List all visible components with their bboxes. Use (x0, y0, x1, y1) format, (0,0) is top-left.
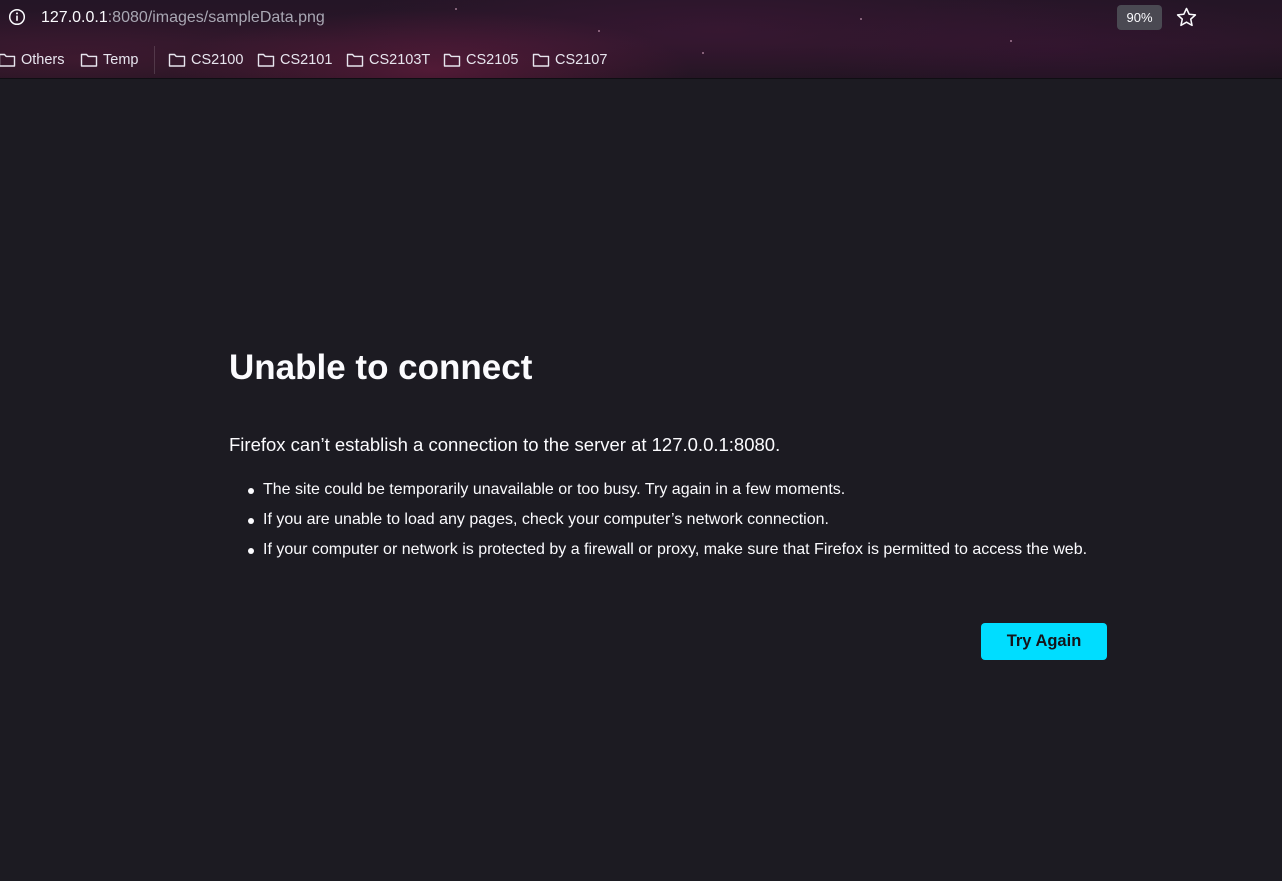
list-item: If your computer or network is protected… (248, 539, 1109, 561)
url-bar[interactable]: 127.0.0.1:8080/images/sampleData.png 90% (0, 0, 1282, 36)
bookmark-folder-cs2101[interactable]: CS2101 (257, 46, 332, 74)
bookmark-folder-temp[interactable]: Temp (80, 46, 138, 74)
try-again-button[interactable]: Try Again (981, 623, 1107, 660)
bookmark-folder-cs2103t[interactable]: CS2103T (346, 46, 430, 74)
url-text[interactable]: 127.0.0.1:8080/images/sampleData.png (41, 9, 325, 27)
bookmark-label: Temp (103, 52, 139, 68)
bookmark-folder-cs2107[interactable]: CS2107 (532, 46, 607, 74)
url-host: 127.0.0.1 (41, 9, 108, 26)
bookmark-label: Others (21, 52, 65, 68)
bookmark-star-icon[interactable] (1175, 6, 1198, 29)
bookmark-folder-cs2100[interactable]: CS2100 (168, 46, 243, 74)
bookmark-label: CS2100 (191, 52, 244, 68)
folder-icon (0, 53, 16, 67)
folder-icon (443, 53, 461, 67)
bookmark-label: CS2105 (466, 52, 519, 68)
list-item: The site could be temporarily unavailabl… (248, 479, 1109, 501)
folder-icon (168, 53, 186, 67)
folder-icon (346, 53, 364, 67)
url-path: :8080/images/sampleData.png (107, 9, 325, 26)
bookmarks-toolbar: Others Temp CS2100 CS2101 CS2103T CS2105… (0, 46, 1282, 74)
zoom-level-button[interactable]: 90% (1117, 5, 1162, 30)
bookmark-label: CS2103T (369, 52, 431, 68)
error-reasons-list: The site could be temporarily unavailabl… (229, 479, 1109, 569)
error-title: Unable to connect (229, 348, 533, 387)
folder-icon (532, 53, 550, 67)
bookmark-label: CS2107 (555, 52, 608, 68)
error-description: Firefox can’t establish a connection to … (229, 434, 781, 455)
browser-toolbar: 127.0.0.1:8080/images/sampleData.png 90%… (0, 0, 1282, 79)
folder-icon (257, 53, 275, 67)
folder-icon (80, 53, 98, 67)
bookmarks-separator (154, 46, 155, 74)
background-sparkle (1010, 40, 1012, 42)
bookmark-folder-others[interactable]: Others (0, 46, 65, 74)
bookmark-folder-cs2105[interactable]: CS2105 (443, 46, 518, 74)
info-icon[interactable] (8, 8, 26, 26)
bookmark-label: CS2101 (280, 52, 333, 68)
list-item: If you are unable to load any pages, che… (248, 509, 1109, 531)
